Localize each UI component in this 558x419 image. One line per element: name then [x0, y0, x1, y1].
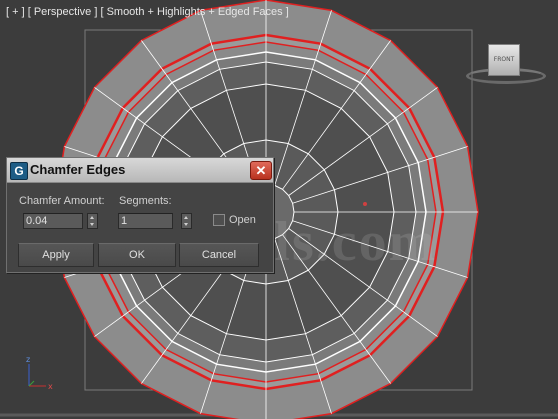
- pivot-marker: [363, 202, 367, 206]
- chamfer-amount-input[interactable]: 0.04: [23, 213, 83, 229]
- dialog-titlebar[interactable]: G Chamfer Edges ✕: [7, 158, 273, 183]
- chamfer-amount-label: Chamfer Amount:: [19, 195, 105, 207]
- axis-gizmo-icon: z x: [26, 355, 53, 391]
- dialog-title: Chamfer Edges: [30, 162, 126, 177]
- chamfer-edges-dialog: G Chamfer Edges ✕ Chamfer Amount: 0.04 S…: [6, 157, 274, 273]
- segments-spinner[interactable]: [181, 213, 192, 229]
- spinner-down-icon[interactable]: [184, 223, 188, 226]
- spinner-up-icon[interactable]: [184, 216, 188, 219]
- axis-z-label: z: [26, 355, 30, 364]
- chamfer-amount-spinner[interactable]: [87, 213, 98, 229]
- spinner-up-icon[interactable]: [90, 216, 94, 219]
- spinner-down-icon[interactable]: [90, 223, 94, 226]
- viewcube-icon[interactable]: FRONT: [488, 44, 520, 76]
- ok-button[interactable]: OK: [98, 243, 176, 267]
- open-label: Open: [229, 214, 256, 226]
- segments-input[interactable]: 1: [118, 213, 173, 229]
- axis-x-label: x: [48, 382, 53, 391]
- apply-button[interactable]: Apply: [18, 243, 94, 267]
- open-checkbox[interactable]: [213, 214, 225, 226]
- segments-label: Segments:: [119, 195, 172, 207]
- viewport-label[interactable]: [ + ] [ Perspective ] [ Smooth + Highlig…: [6, 6, 289, 18]
- viewcube-front-label: FRONT: [493, 56, 515, 63]
- close-button[interactable]: ✕: [250, 161, 272, 180]
- cancel-button[interactable]: Cancel: [179, 243, 259, 267]
- app-logo-icon: G: [10, 162, 28, 180]
